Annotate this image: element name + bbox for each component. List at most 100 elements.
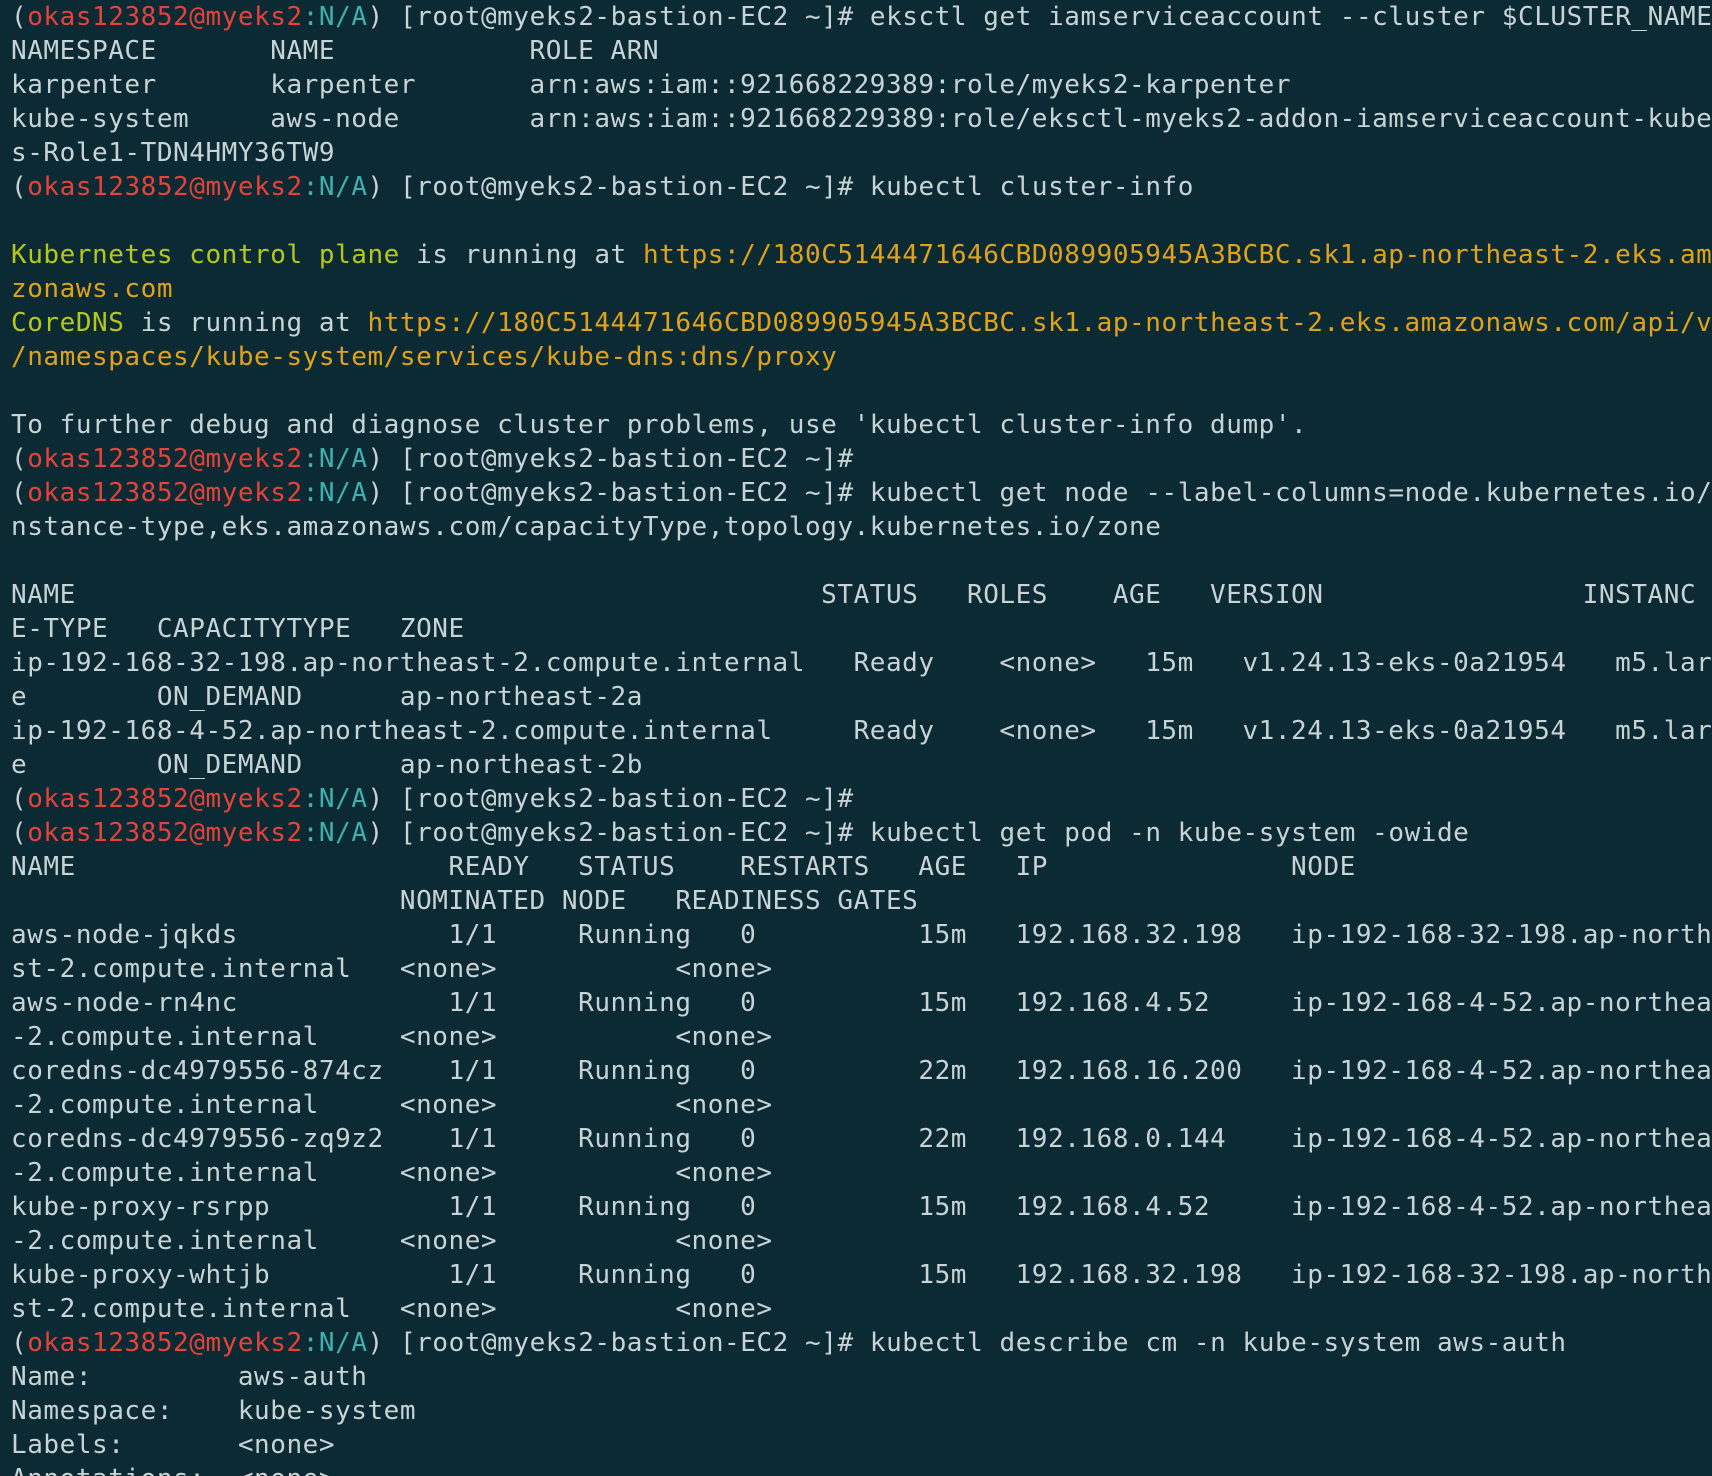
output-line: -2.compute.internal <none> <none> [11, 1156, 1712, 1190]
prompt-close-paren: ) [367, 478, 384, 508]
prompt-close-paren: ) [367, 444, 384, 474]
output-text: kube-proxy-rsrpp 1/1 Running 0 15m 192.1… [11, 1192, 1712, 1222]
output-text: karpenter karpenter arn:aws:iam::9216682… [11, 70, 1292, 100]
service-status-text: is running at [399, 240, 643, 270]
prompt-context: N/A [318, 1328, 368, 1358]
prompt-close-paren: ) [367, 1328, 384, 1358]
prompt-open-paren: ( [11, 784, 28, 814]
output-line: nstance-type,eks.amazonaws.com/capacityT… [11, 510, 1712, 544]
command-text: kubectl describe cm -n kube-system aws-a… [869, 1328, 1567, 1358]
prompt-context: N/A [318, 172, 368, 202]
cluster-info-line: CoreDNS is running at https://180C514447… [11, 306, 1712, 340]
output-text: st-2.compute.internal <none> <none> [11, 954, 773, 984]
command-text: eksctl get iamserviceaccount --cluster $… [869, 2, 1712, 32]
output-line: e ON_DEMAND ap-northeast-2a [11, 680, 1712, 714]
prompt-open-paren: ( [11, 478, 28, 508]
command-text: kubectl get pod -n kube-system -owide [869, 818, 1470, 848]
output-line: NAMESPACE NAME ROLE ARN [11, 34, 1712, 68]
output-line: aws-node-jqkds 1/1 Running 0 15m 192.168… [11, 918, 1712, 952]
output-line: NOMINATED NODE READINESS GATES [11, 884, 1712, 918]
output-text: s-Role1-TDN4HMY36TW9 [11, 138, 336, 168]
prompt-user-host: okas123852@myeks2 [27, 784, 303, 814]
service-url: https://180C5144471646CBD089905945A3BCBC… [367, 308, 1712, 338]
prompt-line: (okas123852@myeks2:N/A) [root@myeks2-bas… [11, 816, 1712, 850]
prompt-open-paren: ( [11, 2, 28, 32]
output-line: ip-192-168-4-52.ap-northeast-2.compute.i… [11, 714, 1712, 748]
prompt-tail: [root@myeks2-bastion-EC2 ~]# [383, 784, 870, 814]
output-text: aws-node-jqkds 1/1 Running 0 15m 192.168… [11, 920, 1712, 950]
output-line: NAME STATUS ROLES AGE VERSION INSTANC [11, 578, 1712, 612]
prompt-colon: : [302, 784, 319, 814]
prompt-tail: [root@myeks2-bastion-EC2 ~]# [383, 818, 870, 848]
output-line: coredns-dc4979556-874cz 1/1 Running 0 22… [11, 1054, 1712, 1088]
command-text: kubectl cluster-info [869, 172, 1194, 202]
output-text: nstance-type,eks.amazonaws.com/capacityT… [11, 512, 1162, 542]
output-text: e ON_DEMAND ap-northeast-2b [11, 750, 643, 780]
url-continuation-line: zonaws.com [11, 272, 1712, 306]
service-status-text: is running at [124, 308, 368, 338]
output-text: aws-node-rn4nc 1/1 Running 0 15m 192.168… [11, 988, 1712, 1018]
output-text: E-TYPE CAPACITYTYPE ZONE [11, 614, 465, 644]
prompt-close-paren: ) [367, 2, 384, 32]
prompt-open-paren: ( [11, 818, 28, 848]
cluster-info-line: Kubernetes control plane is running at h… [11, 238, 1712, 272]
prompt-colon: : [302, 478, 319, 508]
output-line: Namespace: kube-system [11, 1394, 1712, 1428]
prompt-context: N/A [318, 478, 368, 508]
output-text: st-2.compute.internal <none> <none> [11, 1294, 773, 1324]
prompt-context: N/A [318, 2, 368, 32]
command-text: kubectl get node --label-columns=node.ku… [869, 478, 1712, 508]
prompt-tail: [root@myeks2-bastion-EC2 ~]# [383, 172, 870, 202]
service-url: zonaws.com [11, 274, 174, 304]
terminal-output[interactable]: (okas123852@myeks2:N/A) [root@myeks2-bas… [0, 0, 1712, 1476]
output-text: NAME READY STATUS RESTARTS AGE IP NODE [11, 852, 1356, 882]
prompt-line: (okas123852@myeks2:N/A) [root@myeks2-bas… [11, 1326, 1712, 1360]
output-line: Labels: <none> [11, 1428, 1712, 1462]
prompt-user-host: okas123852@myeks2 [27, 478, 303, 508]
service-url: https://180C5144471646CBD089905945A3BCBC… [642, 240, 1712, 270]
prompt-user-host: okas123852@myeks2 [27, 444, 303, 474]
output-line: -2.compute.internal <none> <none> [11, 1088, 1712, 1122]
prompt-context: N/A [318, 444, 368, 474]
output-text: Annotations: <none> [11, 1464, 335, 1476]
output-text: kube-proxy-whtjb 1/1 Running 0 15m 192.1… [11, 1260, 1712, 1290]
output-line: karpenter karpenter arn:aws:iam::9216682… [11, 68, 1712, 102]
prompt-line: (okas123852@myeks2:N/A) [root@myeks2-bas… [11, 476, 1712, 510]
output-line: ip-192-168-32-198.ap-northeast-2.compute… [11, 646, 1712, 680]
output-text: coredns-dc4979556-874cz 1/1 Running 0 22… [11, 1056, 1712, 1086]
output-line: E-TYPE CAPACITYTYPE ZONE [11, 612, 1712, 646]
prompt-open-paren: ( [11, 1328, 28, 1358]
output-text: To further debug and diagnose cluster pr… [11, 410, 1308, 440]
output-line: To further debug and diagnose cluster pr… [11, 408, 1712, 442]
output-text: -2.compute.internal <none> <none> [11, 1158, 773, 1188]
prompt-line: (okas123852@myeks2:N/A) [root@myeks2-bas… [11, 782, 1712, 816]
output-text: e ON_DEMAND ap-northeast-2a [11, 682, 643, 712]
output-text: ip-192-168-32-198.ap-northeast-2.compute… [11, 648, 1712, 678]
prompt-colon: : [302, 1328, 319, 1358]
prompt-colon: : [302, 818, 319, 848]
output-text: coredns-dc4979556-zq9z2 1/1 Running 0 22… [11, 1124, 1712, 1154]
prompt-close-paren: ) [367, 818, 384, 848]
output-line: e ON_DEMAND ap-northeast-2b [11, 748, 1712, 782]
prompt-colon: : [302, 2, 319, 32]
output-line: -2.compute.internal <none> <none> [11, 1020, 1712, 1054]
output-line: kube-proxy-rsrpp 1/1 Running 0 15m 192.1… [11, 1190, 1712, 1224]
prompt-open-paren: ( [11, 172, 28, 202]
prompt-close-paren: ) [367, 172, 384, 202]
output-line: -2.compute.internal <none> <none> [11, 1224, 1712, 1258]
output-line: kube-proxy-whtjb 1/1 Running 0 15m 192.1… [11, 1258, 1712, 1292]
prompt-tail: [root@myeks2-bastion-EC2 ~]# [383, 478, 870, 508]
output-text: NAMESPACE NAME ROLE ARN [11, 36, 660, 66]
output-line: aws-node-rn4nc 1/1 Running 0 15m 192.168… [11, 986, 1712, 1020]
prompt-line: (okas123852@myeks2:N/A) [root@myeks2-bas… [11, 442, 1712, 476]
prompt-tail: [root@myeks2-bastion-EC2 ~]# [383, 1328, 870, 1358]
output-text: NAME STATUS ROLES AGE VERSION INSTANC [11, 580, 1697, 610]
prompt-tail: [root@myeks2-bastion-EC2 ~]# [383, 2, 870, 32]
output-text: kube-system aws-node arn:aws:iam::921668… [11, 104, 1712, 134]
output-text: NOMINATED NODE READINESS GATES [11, 886, 919, 916]
service-url: /namespaces/kube-system/services/kube-dn… [11, 342, 838, 372]
output-text: -2.compute.internal <none> <none> [11, 1090, 773, 1120]
output-text: -2.compute.internal <none> <none> [11, 1022, 773, 1052]
